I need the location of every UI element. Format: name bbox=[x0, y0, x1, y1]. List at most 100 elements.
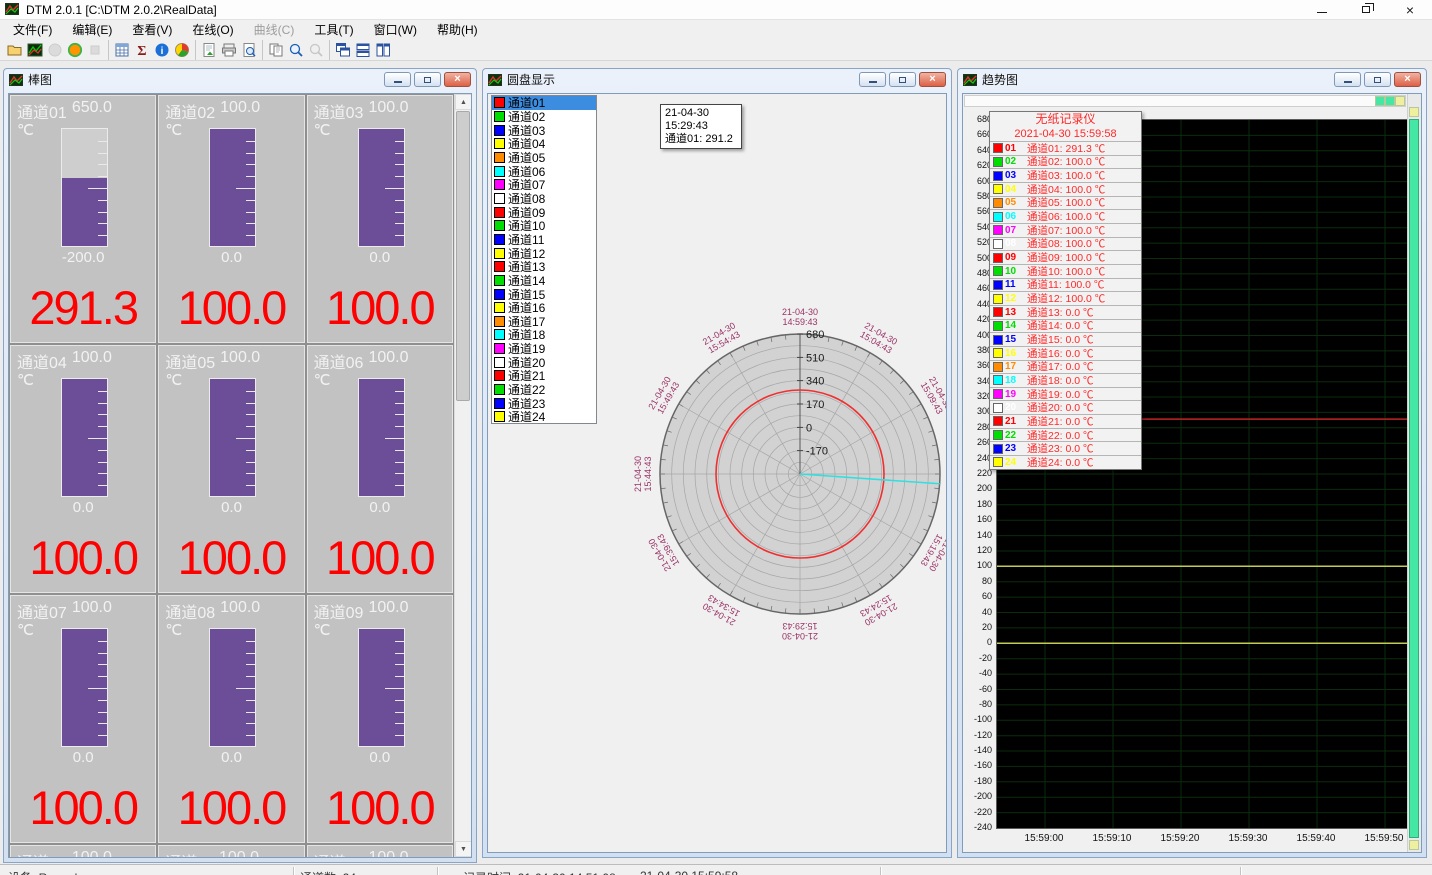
trend-chart-window[interactable]: 趋势图 × 6806606406206005805605405205004804… bbox=[957, 68, 1427, 858]
channel-list[interactable]: 通道01通道02通道03通道04通道05通道06通道07通道08通道09通道10… bbox=[491, 95, 597, 424]
status-divider bbox=[437, 867, 438, 875]
channel-color-swatch bbox=[993, 184, 1003, 194]
app-restore-button[interactable] bbox=[1344, 0, 1388, 19]
tile-vertical-icon[interactable] bbox=[373, 41, 393, 59]
trend-window-title: 趋势图 bbox=[982, 71, 1018, 88]
scroll-thumb[interactable] bbox=[1409, 119, 1419, 838]
y-axis-tick-label: -240 bbox=[974, 822, 992, 832]
scroll-handle[interactable] bbox=[1375, 96, 1385, 106]
range-min: 0.0 bbox=[308, 749, 452, 766]
restore-button[interactable] bbox=[889, 72, 916, 87]
legend-row: 23通道23: 0.0 ℃ bbox=[990, 441, 1141, 455]
disc-window-titlebar[interactable]: 圆盘显示 × bbox=[483, 69, 951, 90]
gauge-header: 通道09100.0 bbox=[314, 599, 409, 623]
channel-number: 10 bbox=[1005, 266, 1023, 277]
menu-item[interactable]: 窗口(W) bbox=[364, 20, 427, 39]
close-button[interactable]: × bbox=[919, 72, 946, 87]
channel-color-swatch bbox=[993, 157, 1003, 167]
app-close-button[interactable]: × bbox=[1388, 0, 1432, 19]
app-titlebar: DTM 2.0.1 [C:\DTM 2.0.2\RealData] × bbox=[0, 0, 1432, 20]
trend-horizontal-scrollbar[interactable] bbox=[964, 95, 1406, 107]
gauge-header: 通道05100.0 bbox=[165, 349, 260, 373]
channel-color-swatch bbox=[993, 444, 1003, 454]
gauge-tick bbox=[98, 223, 107, 224]
trend-legend: 无纸记录仪 2021-04-30 15:59:58 01通道01: 291.3 … bbox=[989, 111, 1142, 470]
gauge-tick bbox=[385, 688, 404, 689]
channel-info-icon[interactable]: i bbox=[152, 41, 172, 59]
scroll-handle[interactable] bbox=[1409, 840, 1419, 850]
tile-horizontal-icon[interactable] bbox=[353, 41, 373, 59]
trend-window-titlebar[interactable]: 趋势图 × bbox=[958, 69, 1426, 90]
menu-item[interactable]: 帮助(H) bbox=[427, 20, 488, 39]
close-button[interactable]: × bbox=[444, 72, 471, 87]
menu-item[interactable]: 在线(O) bbox=[182, 20, 243, 39]
gauge-tick bbox=[98, 164, 107, 165]
gauge-tick bbox=[98, 212, 107, 213]
print-icon[interactable] bbox=[219, 41, 239, 59]
gauge-tick bbox=[395, 450, 404, 451]
app-minimize-button[interactable] bbox=[1300, 0, 1344, 19]
copy-icon[interactable] bbox=[266, 41, 286, 59]
bar-window-scrollbar[interactable]: ▲ ▼ bbox=[454, 94, 471, 857]
legend-row: 08通道08: 100.0 ℃ bbox=[990, 237, 1141, 251]
channel-color-swatch bbox=[993, 389, 1003, 399]
zoom-in-icon[interactable] bbox=[286, 41, 306, 59]
scroll-down-icon[interactable]: ▼ bbox=[455, 841, 472, 857]
status-divider bbox=[880, 867, 881, 875]
scroll-up-icon[interactable]: ▲ bbox=[455, 94, 472, 110]
statistics-sigma-icon[interactable]: Σ bbox=[132, 41, 152, 59]
scroll-handle[interactable] bbox=[1395, 96, 1405, 106]
restore-button[interactable] bbox=[1364, 72, 1391, 87]
channel-color-swatch bbox=[993, 198, 1003, 208]
channel-color-swatch bbox=[494, 316, 505, 327]
gauge-tick bbox=[98, 426, 107, 427]
channel-color-swatch bbox=[494, 302, 505, 313]
menu-item[interactable]: 编辑(E) bbox=[62, 20, 122, 39]
gauge-通道11: 通道11100.0℃0.0100.0 bbox=[158, 845, 304, 858]
cascade-windows-icon[interactable] bbox=[333, 41, 353, 59]
range-max: 100.0 bbox=[72, 849, 112, 858]
open-file-icon[interactable] bbox=[5, 41, 25, 59]
app-logo-icon bbox=[5, 3, 21, 16]
gauge-tick bbox=[246, 712, 255, 713]
bar-window-titlebar[interactable]: 棒图 × bbox=[4, 69, 476, 90]
realtime-curve-icon[interactable] bbox=[25, 41, 45, 59]
scroll-handle[interactable] bbox=[1409, 107, 1419, 117]
svg-text:-170: -170 bbox=[806, 446, 828, 458]
restore-button[interactable] bbox=[414, 72, 441, 87]
close-button[interactable]: × bbox=[1394, 72, 1421, 87]
print-preview-icon[interactable] bbox=[239, 41, 259, 59]
pie-chart-icon[interactable] bbox=[172, 41, 192, 59]
svg-text:510: 510 bbox=[806, 352, 824, 364]
gauge-tick bbox=[98, 473, 107, 474]
bar-chart-window[interactable]: 棒图 × 通道01650.0℃-200.0291.3通道02100.0℃0.01… bbox=[3, 68, 477, 863]
gauge-通道06: 通道06100.0℃0.0100.0 bbox=[307, 345, 453, 593]
minimize-button[interactable] bbox=[384, 72, 411, 87]
gauge-tick bbox=[246, 462, 255, 463]
gauge-tick bbox=[395, 462, 404, 463]
menu-item[interactable]: 查看(V) bbox=[122, 20, 182, 39]
channel-name: 通道11 bbox=[165, 849, 214, 858]
menu-item[interactable]: 工具(T) bbox=[304, 20, 363, 39]
data-table-icon[interactable] bbox=[112, 41, 132, 59]
trend-vertical-scrollbar[interactable] bbox=[1407, 94, 1421, 852]
minimize-button[interactable] bbox=[1334, 72, 1361, 87]
menu-item[interactable]: 文件(F) bbox=[3, 20, 62, 39]
gauge-tick bbox=[246, 153, 255, 154]
disc-display-window[interactable]: 圆盘显示 × 通道01通道02通道03通道04通道05通道06通道07通道08通… bbox=[482, 68, 952, 858]
record-active-icon[interactable] bbox=[65, 41, 85, 59]
channel-name: 通道02 bbox=[165, 99, 215, 123]
channel-color-swatch bbox=[494, 261, 505, 272]
y-axis-tick-label: -120 bbox=[974, 730, 992, 740]
channel-list-item[interactable]: 通道24 bbox=[492, 410, 596, 424]
channel-color-swatch bbox=[494, 248, 505, 259]
channel-color-swatch bbox=[494, 411, 505, 422]
legend-row: 10通道10: 100.0 ℃ bbox=[990, 264, 1141, 278]
range-max: 100.0 bbox=[219, 849, 259, 858]
channel-color-swatch bbox=[494, 193, 505, 204]
export-data-icon[interactable] bbox=[199, 41, 219, 59]
minimize-button[interactable] bbox=[859, 72, 886, 87]
scroll-handle[interactable] bbox=[1385, 96, 1395, 106]
scroll-thumb[interactable] bbox=[456, 111, 470, 401]
gauge-tick bbox=[246, 485, 255, 486]
